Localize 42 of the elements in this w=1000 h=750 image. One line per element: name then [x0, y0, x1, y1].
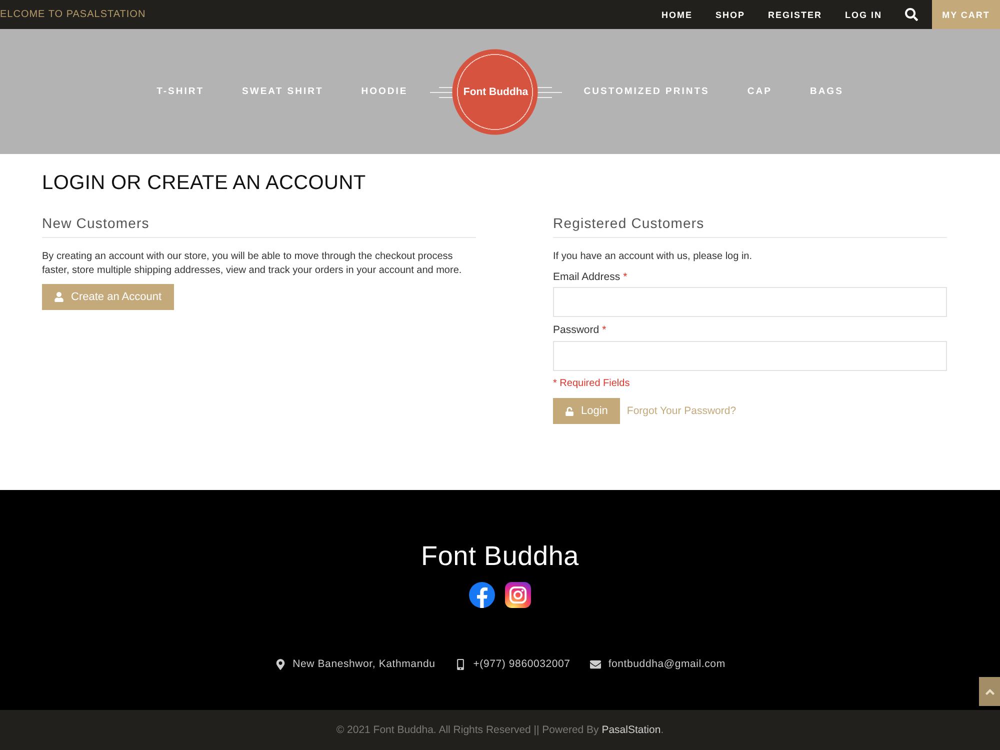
footer-brand: Font Buddha	[421, 540, 579, 572]
category-link[interactable]: SWEAT SHIRT	[242, 86, 324, 97]
create-account-button[interactable]: Create an Account	[42, 284, 174, 310]
search-icon[interactable]	[905, 8, 918, 21]
nav-link[interactable]: LOG IN	[845, 10, 882, 20]
powered-by-link[interactable]: PasalStation	[602, 724, 661, 736]
required-mark: *	[602, 324, 606, 338]
nav-link[interactable]: SHOP	[715, 10, 745, 20]
field-label: Email Address	[553, 270, 620, 284]
nav-link[interactable]: REGISTER	[768, 10, 822, 20]
intro-text: If you have an account with us, please log in.	[553, 250, 752, 264]
envelope-icon	[590, 658, 602, 670]
contact-text: +(977) 9860032007	[473, 658, 570, 670]
page-title: LOGIN OR CREATE AN ACCOUNT	[42, 171, 367, 195]
field-label: Password	[553, 324, 600, 338]
contact-text: fontbuddha@gmail.com	[608, 658, 726, 670]
category-link[interactable]: T-SHIRT	[156, 86, 204, 97]
forgot-password-link[interactable]: Forgot Your Password?	[626, 405, 736, 417]
nav-link[interactable]: HOME	[661, 10, 692, 20]
contact-text: New Baneshwor, Kathmandu	[292, 658, 436, 670]
input-field[interactable]	[553, 340, 947, 370]
copyright-text: © 2021 Font Buddha. All Rights Reserved || Powered By PasalStation.	[336, 724, 664, 736]
section-heading: New Customers	[42, 215, 476, 238]
map-pin-icon	[274, 658, 286, 670]
welcome-text: ELCOME TO PASALSTATION	[0, 9, 146, 20]
logo[interactable]: Font Buddha	[430, 48, 562, 134]
mobile-phone-icon	[455, 658, 466, 670]
category-link[interactable]: CUSTOMIZED PRINTS	[584, 86, 710, 97]
required-mark: *	[623, 270, 628, 284]
login-button[interactable]: Login	[553, 398, 620, 424]
instagram-icon[interactable]	[505, 582, 531, 608]
unlocked-padlock-icon	[565, 406, 574, 416]
category-link[interactable]: CAP	[747, 86, 772, 97]
description-text: By creating an account with our store, you will be able to move through the checkout process faster, store multiple shipping addresses, view and track your orders in your account and more.	[42, 250, 463, 277]
user-icon	[54, 292, 64, 302]
category-link[interactable]: HOODIE	[361, 86, 408, 97]
input-field[interactable]	[553, 287, 947, 317]
required-note: * Required Fields	[553, 376, 630, 390]
cart-button[interactable]: MY CART	[932, 0, 1000, 29]
facebook-icon[interactable]	[469, 582, 495, 608]
category-link[interactable]: BAGS	[810, 86, 844, 97]
section-heading: Registered Customers	[553, 215, 947, 238]
